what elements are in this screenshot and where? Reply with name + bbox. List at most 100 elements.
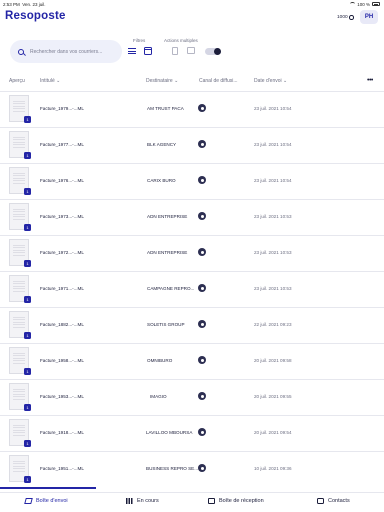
page-count-badge: 1	[24, 368, 31, 375]
page-count-badge: 1	[24, 116, 31, 123]
search-input[interactable]	[30, 48, 120, 55]
channel-icon	[198, 212, 206, 220]
row-recipient: LAVILLOO MBOURSA	[146, 430, 193, 435]
wifi-icon	[350, 2, 356, 6]
calendar-filter-icon[interactable]	[144, 47, 152, 55]
column-header-channel[interactable]: Canal de diffusi...	[199, 78, 238, 84]
tab-label: En cours	[137, 498, 159, 504]
row-date: 23 juil. 2021 10:54	[254, 106, 292, 111]
more-options-icon[interactable]: •••	[367, 77, 373, 84]
row-date: 10 juil. 2021 09:36	[254, 466, 292, 471]
channel-icon	[198, 176, 206, 184]
channel-icon	[198, 428, 206, 436]
row-title: Facture_1882...-...ML	[40, 322, 84, 327]
row-recipient: BUSINESS REPRO SE...	[146, 466, 199, 471]
credits-value: 1000	[337, 15, 348, 20]
avatar[interactable]: PH	[360, 10, 378, 24]
contacts-icon	[317, 498, 324, 504]
table-row[interactable]: 1 Facture_1977...-...ML BLK AGENCY 23 ju…	[0, 127, 384, 163]
credit-icon	[349, 15, 354, 20]
column-header-date[interactable]: Date d'envoi ⌄	[254, 78, 287, 84]
channel-icon	[198, 320, 206, 328]
table-row[interactable]: 1 Facture_1976...-...ML CARIX BURO 23 ju…	[0, 163, 384, 199]
document-action-icon[interactable]	[172, 47, 178, 55]
row-recipient: AM TRUST PACA	[147, 106, 184, 111]
chevron-down-icon: ⌄	[283, 78, 288, 84]
filters-label: Filtres	[133, 38, 146, 43]
column-header-title[interactable]: Intitulé ⌄	[40, 78, 60, 84]
table-row[interactable]: 1 Facture_1973...-...ML ADN ENTREPRISE 2…	[0, 199, 384, 235]
row-title: Facture_1972...-...ML	[40, 250, 84, 255]
print-icon[interactable]	[187, 47, 195, 54]
row-title: Facture_1976...-...ML	[40, 178, 84, 183]
battery-level: 100 %	[357, 1, 370, 7]
row-title: Facture_1918...-...ML	[40, 430, 84, 435]
column-header-preview: Aperçu	[9, 78, 25, 84]
chevron-down-icon: ⌄	[174, 78, 179, 84]
row-recipient: ADN ENTREPRISE	[147, 250, 188, 255]
page-count-badge: 1	[24, 296, 31, 303]
battery-icon	[372, 2, 380, 6]
row-title: Facture_1971...-...ML	[40, 286, 84, 291]
row-recipient: CARIX BURO	[147, 178, 176, 183]
channel-icon	[198, 140, 206, 148]
chevron-down-icon: ⌄	[56, 78, 61, 84]
row-recipient: CAMPAGNE REPRO...	[147, 286, 195, 291]
row-title: Facture_1979...-...ML	[40, 106, 84, 111]
bottom-tab-bar: Boîte d'envoi En cours Boîte de réceptio…	[0, 487, 384, 512]
tab-outbox[interactable]: Boîte d'envoi	[24, 498, 68, 504]
status-indicators: 100 %	[350, 2, 380, 7]
row-date: 23 juil. 2021 10:54	[254, 142, 292, 147]
channel-icon	[198, 284, 206, 292]
status-time: 2:53 PM Ven. 23 juil.	[3, 1, 46, 7]
table-row[interactable]: 1 Facture_1953...-...ML IMAGIO 20 juil. …	[0, 379, 384, 415]
send-icon	[24, 498, 33, 504]
search-icon	[18, 48, 24, 55]
column-header-recipient[interactable]: Destinataire ⌄	[146, 78, 178, 84]
row-date: 20 juil. 2021 09:58	[254, 358, 292, 363]
table-row[interactable]: 1 Facture_1918...-...ML LAVILLOO MBOURSA…	[0, 415, 384, 451]
row-title: Facture_1953...-...ML	[40, 394, 84, 399]
tab-label: Contacts	[328, 498, 350, 504]
row-date: 23 juil. 2021 10:54	[254, 178, 292, 183]
multi-select-toggle[interactable]	[205, 48, 221, 55]
channel-icon	[198, 104, 206, 112]
table-row[interactable]: 1 Facture_1951...-...ML BUSINESS REPRO S…	[0, 451, 384, 487]
page-count-badge: 1	[24, 188, 31, 195]
table-row[interactable]: 1 Facture_1882...-...ML SOLETIS GROUP 22…	[0, 307, 384, 343]
row-recipient: OMNIBURO	[147, 358, 173, 363]
table-row[interactable]: 1 Facture_1979...-...ML AM TRUST PACA 23…	[0, 91, 384, 127]
row-recipient: BLK AGENCY	[147, 142, 177, 147]
row-date: 22 juil. 2021 09:23	[254, 322, 292, 327]
mail-icon	[208, 498, 215, 504]
channel-icon	[198, 356, 206, 364]
list-filter-icon[interactable]	[128, 47, 136, 55]
row-date: 23 juil. 2021 10:53	[254, 214, 292, 219]
channel-icon	[198, 248, 206, 256]
row-date: 23 juil. 2021 10:53	[254, 250, 292, 255]
tab-label: Boîte de réception	[219, 498, 264, 504]
row-title: Facture_1951...-...ML	[40, 466, 84, 471]
table-row[interactable]: 1 Facture_1971...-...ML CAMPAGNE REPRO..…	[0, 271, 384, 307]
table-row[interactable]: 1 Facture_1958...-...ML OMNIBURO 20 juil…	[0, 343, 384, 379]
page-count-badge: 1	[24, 260, 31, 267]
tab-contacts[interactable]: Contacts	[317, 498, 350, 504]
channel-icon	[198, 464, 206, 472]
row-date: 20 juil. 2021 09:55	[254, 394, 292, 399]
grid-icon	[126, 498, 133, 504]
page-count-badge: 1	[24, 224, 31, 231]
credits-counter[interactable]: 1000	[337, 15, 354, 20]
tab-in-progress[interactable]: En cours	[126, 498, 159, 504]
page-count-badge: 1	[24, 404, 31, 411]
channel-icon	[198, 392, 206, 400]
row-recipient: ADN ENTREPRISE	[147, 214, 188, 219]
tab-label: Boîte d'envoi	[36, 498, 68, 504]
page-count-badge: 1	[24, 440, 31, 447]
row-date: 20 juil. 2021 09:54	[254, 430, 292, 435]
tab-inbox[interactable]: Boîte de réception	[208, 498, 264, 504]
search-bar[interactable]	[10, 40, 122, 63]
page-count-badge: 1	[24, 152, 31, 159]
row-recipient: SOLETIS GROUP	[147, 322, 185, 327]
table-row[interactable]: 1 Facture_1972...-...ML ADN ENTREPRISE 2…	[0, 235, 384, 271]
row-recipient: IMAGIO	[150, 394, 167, 399]
